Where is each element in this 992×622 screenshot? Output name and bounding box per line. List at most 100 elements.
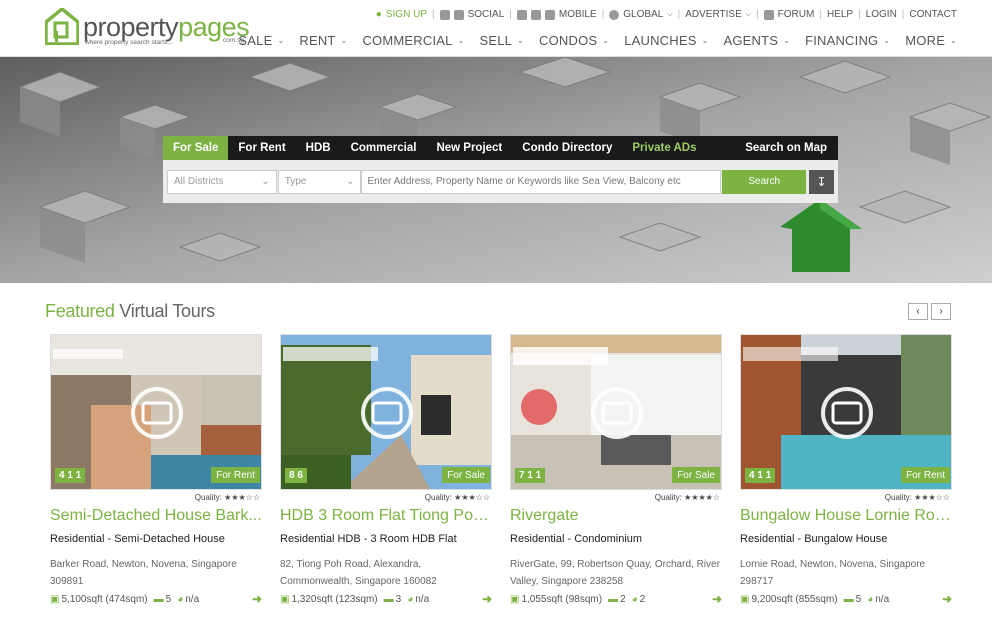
type-select[interactable]: Type ⌄ <box>277 169 362 194</box>
listing-area: 1,055sqft (98sqm) <box>521 593 603 605</box>
arrow-right-icon[interactable]: ➜ <box>942 592 952 606</box>
arrow-right-icon[interactable]: ➜ <box>252 592 262 606</box>
chevron-down-icon: ⌄ <box>277 36 285 45</box>
social-link[interactable]: SOCIAL <box>468 9 505 20</box>
signup-link[interactable]: SIGN UP <box>386 9 427 20</box>
advertise-caret-icon: ⌵ <box>745 10 752 18</box>
help-link[interactable]: HELP <box>827 9 853 20</box>
listing-beds: 5 <box>165 593 172 605</box>
nav-financing-label: FINANCING <box>805 33 879 48</box>
twitter-icon[interactable] <box>453 9 464 20</box>
house-logo-icon <box>45 8 79 45</box>
nav-launches-label: LAUNCHES <box>624 33 697 48</box>
listing-title[interactable]: HDB 3 Room Flat Tiong Poh ... <box>280 507 492 525</box>
listing-title[interactable]: Bungalow House Lornie Road <box>740 507 952 525</box>
tour-card[interactable]: 4 1 1 For Rent Quality: ★★★☆☆ Bungalow H… <box>740 334 952 619</box>
user-icon: ● <box>375 9 382 20</box>
tour-card[interactable]: 7 1 1 For Sale Quality: ★★★★☆ Rivergate … <box>510 334 722 619</box>
contact-link[interactable]: CONTACT <box>909 9 957 20</box>
globe-icon <box>609 9 620 20</box>
global-link[interactable]: GLOBAL <box>623 9 663 20</box>
listing-stats: ▣ 9,200sqft (855sqm) ▬ 5 ◕ n/a ➜ <box>740 592 952 606</box>
mobile-link[interactable]: MOBILE <box>559 9 597 20</box>
main-nav: SALE ⌄ RENT ⌄ COMMERCIAL ⌄ SELL ⌄ CONDOS ⌄ LA… <box>223 33 957 48</box>
listing-beds: 3 <box>395 593 402 605</box>
tour-photo[interactable]: 4 1 1 For Rent <box>50 334 262 490</box>
search-button[interactable]: Search <box>722 169 807 194</box>
chevron-down-icon: ⌄ <box>261 176 270 187</box>
quality-rating: Quality: ★★★★☆ <box>655 493 720 502</box>
nav-more[interactable]: MORE ⌄ <box>905 33 957 48</box>
listing-address: Barker Road, Newton, Novena, Singapore 3… <box>50 559 237 587</box>
nav-more-label: MORE <box>905 33 946 48</box>
tour-photo[interactable]: 7 1 1 For Sale <box>510 334 722 490</box>
tab-commercial[interactable]: Commercial <box>341 136 427 160</box>
star-rating-icon: ★★★☆☆ <box>454 493 490 502</box>
tour-photo[interactable]: 4 1 1 For Rent <box>740 334 952 490</box>
arrow-right-icon[interactable]: ➜ <box>482 592 492 606</box>
android-icon[interactable] <box>530 9 541 20</box>
top-links: ● SIGN UP | SOCIAL | MOBILE | GLOBAL ⌵ | … <box>375 9 957 20</box>
search-form: All Districts ⌄ Type ⌄ Enter Address, Prop… <box>163 160 838 203</box>
quality-rating: Quality: ★★★☆☆ <box>425 493 490 502</box>
district-select[interactable]: All Districts ⌄ <box>167 169 277 194</box>
login-link[interactable]: LOGIN <box>866 9 897 20</box>
nav-sale-label: SALE <box>238 33 273 48</box>
tab-hdb[interactable]: HDB <box>296 136 341 160</box>
nav-rent[interactable]: RENT ⌄ <box>299 33 347 48</box>
listing-area: 9,200sqft (855sqm) <box>751 593 838 605</box>
tab-new-project[interactable]: New Project <box>426 136 512 160</box>
forum-link[interactable]: FORUM <box>778 9 815 20</box>
facebook-icon[interactable] <box>439 9 450 20</box>
forum-icon <box>763 9 774 20</box>
nav-financing[interactable]: FINANCING ⌄ <box>805 33 890 48</box>
tour-card[interactable]: 8 6 For Sale Quality: ★★★☆☆ HDB 3 Room F… <box>280 334 492 619</box>
nav-condos[interactable]: CONDOS ⌄ <box>539 33 609 48</box>
district-value: All Districts <box>174 176 224 187</box>
listing-address: 82, Tiong Poh Road, Alexandra, Commonwea… <box>280 559 437 587</box>
listing-baths: n/a <box>415 593 430 605</box>
tour-photo[interactable]: 8 6 For Sale <box>280 334 492 490</box>
listing-type: Residential - Semi-Detached House <box>50 533 225 545</box>
listing-baths: 2 <box>639 593 646 605</box>
nav-rent-label: RENT <box>299 33 336 48</box>
keyword-search-input[interactable]: Enter Address, Property Name or Keywords… <box>361 169 722 194</box>
listing-title[interactable]: Semi-Detached House Bark... <box>50 507 262 525</box>
location-pin-icon[interactable]: ↧ <box>809 169 834 194</box>
advertise-link[interactable]: ADVERTISE <box>685 9 742 20</box>
listing-title[interactable]: Rivergate <box>510 507 722 525</box>
media-counts: 8 6 <box>285 468 307 483</box>
tab-for-sale[interactable]: For Sale <box>163 136 229 160</box>
nav-launches[interactable]: LAUNCHES ⌄ <box>624 33 708 48</box>
tab-condo-directory[interactable]: Condo Directory <box>512 136 622 160</box>
bath-icon: ◕ <box>407 593 414 605</box>
carousel-prev-button[interactable]: ‹ <box>908 303 928 320</box>
tab-for-rent[interactable]: For Rent <box>228 136 295 160</box>
nav-commercial[interactable]: COMMERCIAL ⌄ <box>362 33 464 48</box>
tour-card[interactable]: 4 1 1 For Rent Quality: ★★★☆☆ Semi-Detac… <box>50 334 262 619</box>
apple-icon[interactable] <box>516 9 527 20</box>
nav-agents[interactable]: AGENTS ⌄ <box>724 33 791 48</box>
global-caret-icon: ⌵ <box>667 10 673 18</box>
chevron-down-icon: ⌄ <box>701 36 709 45</box>
tab-private-ads[interactable]: Private ADs <box>622 136 706 160</box>
tab-search-on-map[interactable]: Search on Map <box>735 136 838 160</box>
area-icon: ▣ <box>740 593 750 605</box>
area-icon: ▣ <box>510 593 520 605</box>
type-value: Type <box>284 176 307 187</box>
listing-area: 5,100sqft (474sqm) <box>61 593 148 605</box>
quality-rating: Quality: ★★★☆☆ <box>195 493 260 502</box>
arrow-right-icon[interactable]: ➜ <box>712 592 722 606</box>
search-tabs: For Sale For Rent HDB Commercial New Pro… <box>163 136 838 160</box>
listing-badge: For Rent <box>211 467 260 483</box>
carousel-next-button[interactable]: › <box>931 303 951 320</box>
media-counts: 4 1 1 <box>745 468 776 483</box>
nav-sale[interactable]: SALE ⌄ <box>238 33 284 48</box>
logo[interactable]: propertypages where property search star… <box>45 8 250 48</box>
chevron-down-icon: ⌄ <box>783 36 791 45</box>
quality-label: Quality: <box>424 493 452 502</box>
nav-sell[interactable]: SELL ⌄ <box>480 33 525 48</box>
bath-icon: ◕ <box>631 593 638 605</box>
quality-rating: Quality: ★★★☆☆ <box>885 493 950 502</box>
phone-icon[interactable] <box>544 9 555 20</box>
